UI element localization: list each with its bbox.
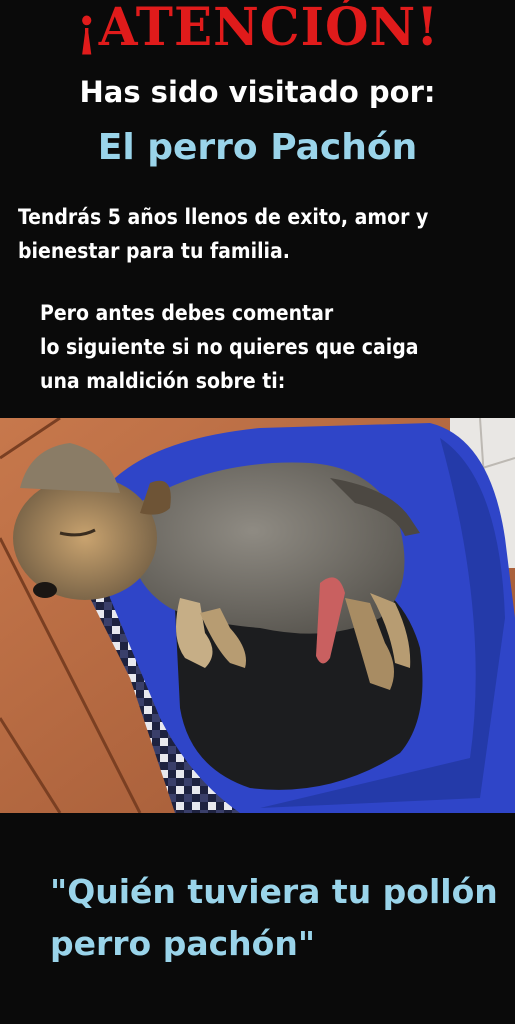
warning-paragraph: Pero antes debes comentar lo siguiente s… (40, 296, 510, 398)
dog-photo (0, 418, 515, 813)
required-comment-quote: "Quién tuviera tu pollón perro pachón" (50, 866, 510, 970)
blessing-line: Tendrás 5 años llenos de exito, amor y (18, 205, 429, 229)
visited-subtitle: Has sido visitado por: (79, 75, 436, 109)
attention-title: ¡ATENCIÓN! (75, 0, 440, 58)
blessing-line: bienestar para tu familia. (18, 239, 290, 263)
warning-line: una maldición sobre ti: (40, 369, 286, 393)
quote-line: "Quién tuviera tu pollón (50, 872, 498, 911)
dog-name-heading: El perro Pachón (97, 127, 418, 168)
warning-line: lo siguiente si no quieres que caiga (40, 335, 419, 359)
dog-photo-illustration (0, 418, 515, 813)
warning-line: Pero antes debes comentar (40, 301, 334, 325)
blessing-paragraph: Tendrás 5 años llenos de exito, amor y b… (18, 200, 508, 268)
quote-line: perro pachón" (50, 924, 316, 963)
